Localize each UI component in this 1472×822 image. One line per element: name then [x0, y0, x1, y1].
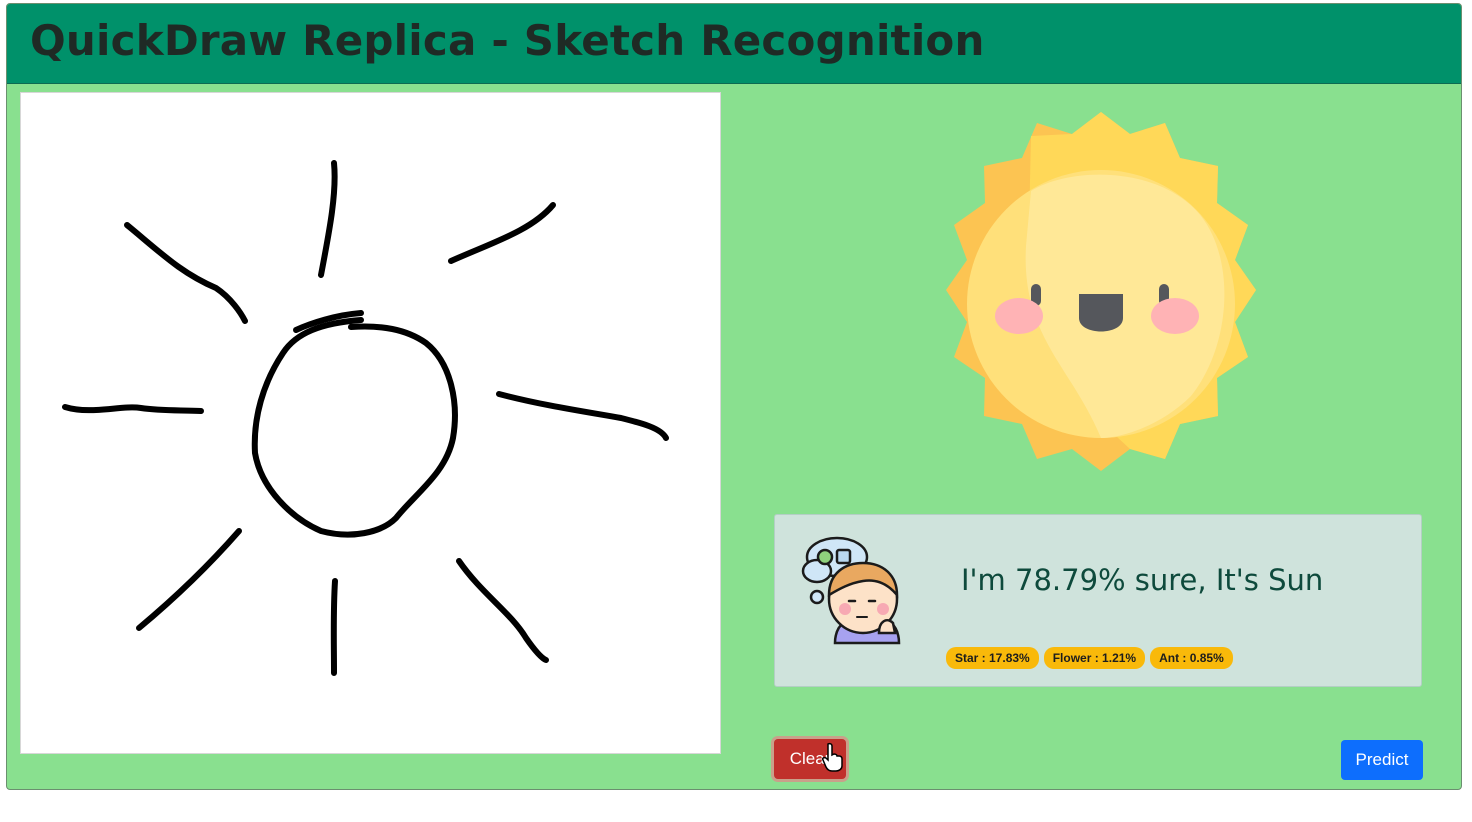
alternative-badge: Star : 17.83% — [946, 647, 1039, 669]
hand-pointer-icon — [822, 742, 843, 772]
alternatives-list: Star : 17.83% Flower : 1.21% Ant : 0.85% — [946, 647, 1233, 669]
alternative-badge: Ant : 0.85% — [1150, 647, 1233, 669]
app-window: QuickDraw Replica - Sketch Recognition I… — [6, 3, 1462, 790]
drawing-canvas[interactable] — [20, 92, 721, 754]
sun-face-icon — [946, 112, 1256, 471]
predict-button[interactable]: Predict — [1341, 740, 1423, 780]
header-bar: QuickDraw Replica - Sketch Recognition — [7, 4, 1461, 84]
thinking-person-icon — [801, 536, 901, 645]
prediction-card: I'm 78.79% sure, It's Sun Star : 17.83% … — [774, 514, 1422, 687]
page-title: QuickDraw Replica - Sketch Recognition — [30, 16, 985, 65]
sketch-strokes — [62, 160, 669, 676]
prediction-headline: I'm 78.79% sure, It's Sun — [961, 563, 1324, 597]
alternative-badge: Flower : 1.21% — [1043, 647, 1146, 669]
